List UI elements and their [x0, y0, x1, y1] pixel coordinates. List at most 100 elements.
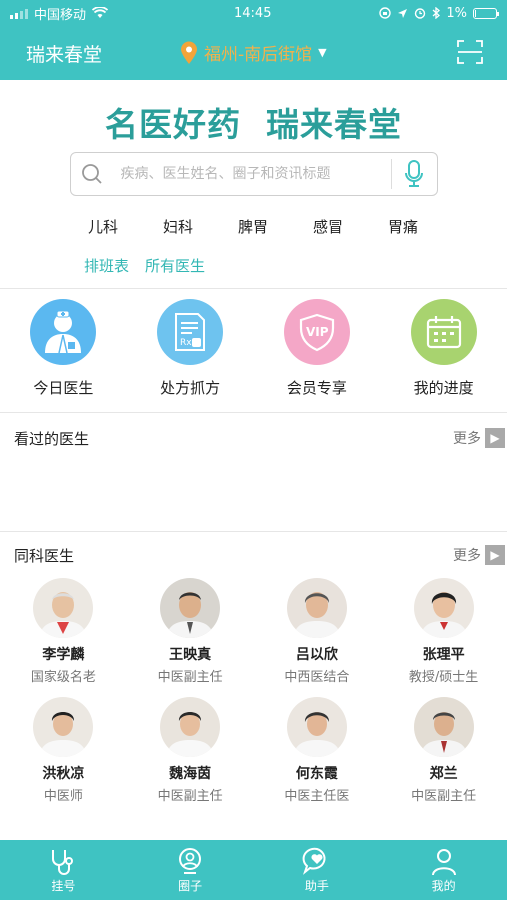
doctor-name: 王映真 — [169, 647, 212, 663]
avatar — [413, 697, 474, 757]
microphone-icon — [405, 160, 423, 187]
all-doctors-link[interactable]: 所有医生 — [145, 255, 205, 276]
feature-vip[interactable]: VIP 会员专享 — [257, 299, 377, 398]
doctor-icon — [30, 299, 97, 365]
tab-mine[interactable]: 我的 — [404, 847, 484, 894]
doctor-title: 中医副主任 — [157, 670, 223, 685]
person-icon — [431, 848, 456, 875]
avatar — [160, 578, 221, 638]
avatar — [160, 697, 221, 757]
tag-gynecology[interactable]: 妇科 — [163, 216, 193, 237]
doctor-title: 国家级名老 — [30, 670, 96, 685]
tab-label: 挂号 — [51, 878, 76, 893]
location-arrow-icon — [398, 8, 408, 18]
clock: 14:45 — [234, 5, 272, 21]
stethoscope-icon — [52, 849, 74, 875]
alarm-icon — [415, 8, 426, 19]
tab-register[interactable]: 挂号 — [23, 847, 103, 894]
doctor-card[interactable]: 张理平 教授/硕士生 — [380, 578, 507, 685]
tab-label: 圈子 — [178, 878, 203, 893]
doctor-name: 洪秋凉 — [42, 766, 85, 782]
search-input[interactable] — [120, 153, 391, 195]
section-title: 同科医生 — [14, 546, 75, 565]
same-dept-doctors: 李学麟 国家级名老 王映真 中医副主任 吕以欣 中西医结合 张理平 教授/硕士生… — [0, 578, 507, 804]
search-box[interactable] — [69, 152, 438, 196]
bluetooth-icon — [432, 7, 441, 19]
doctor-name: 何东霞 — [295, 766, 338, 782]
doctor-name: 李学麟 — [42, 647, 85, 663]
chevron-down-icon: ▼ — [318, 46, 327, 59]
doctor-card[interactable]: 何东霞 中医主任医 — [254, 697, 381, 804]
tab-assistant[interactable]: 助手 — [277, 847, 357, 894]
avatar — [286, 578, 347, 638]
scan-icon[interactable] — [457, 40, 483, 64]
feature-prescription[interactable]: Rx 处方抓方 — [130, 299, 250, 398]
feature-progress[interactable]: 我的进度 — [384, 299, 504, 398]
doctor-card[interactable]: 郑兰 中医副主任 — [380, 697, 507, 804]
schedule-link[interactable]: 排班表 — [84, 255, 129, 276]
tab-label: 助手 — [304, 878, 329, 893]
feature-label: 处方抓方 — [160, 379, 221, 397]
wifi-icon — [92, 7, 109, 18]
battery-icon — [473, 7, 499, 19]
chevron-right-icon: ▶ — [485, 428, 505, 448]
rotation-lock-icon — [379, 7, 392, 19]
svg-text:VIP: VIP — [306, 325, 329, 339]
bottom-tab-bar: 挂号 圈子 助手 我的 — [0, 840, 507, 900]
doctor-card[interactable]: 魏海茵 中医副主任 — [127, 697, 254, 804]
visited-doctors-list — [0, 463, 507, 531]
tab-circles[interactable]: 圈子 — [150, 847, 230, 894]
vip-icon: VIP — [283, 299, 350, 365]
search-icon — [81, 164, 102, 184]
doctor-card[interactable]: 吕以欣 中西医结合 — [254, 578, 381, 685]
carrier: 中国移动 — [34, 7, 87, 23]
section-title: 看过的医生 — [14, 429, 90, 448]
doctor-card[interactable]: 洪秋凉 中医师 — [0, 697, 127, 804]
signal-icon — [10, 8, 28, 19]
location-label: 福州-南后街馆 — [204, 45, 313, 65]
doctor-name: 张理平 — [422, 647, 465, 663]
same-dept-header: 同科医生 更多 ▶ — [0, 532, 507, 578]
nav-bar: 瑞来春堂 福州-南后街馆 ▼ — [0, 26, 507, 80]
quick-links: 排班表 所有医生 — [84, 255, 507, 276]
feature-label: 我的进度 — [413, 379, 474, 397]
status-bar: 中国移动 14:45 1% — [0, 0, 507, 26]
assistant-icon — [302, 847, 326, 875]
doctor-name: 魏海茵 — [169, 766, 212, 782]
avatar — [413, 578, 474, 638]
location-selector[interactable]: 福州-南后街馆 ▼ — [180, 40, 327, 65]
doctor-card[interactable]: 李学麟 国家级名老 — [0, 578, 127, 685]
doctor-title: 中医主任医 — [284, 789, 350, 804]
hot-tags: 儿科 妇科 脾胃 感冒 胃痛 — [88, 216, 418, 237]
tag-cold[interactable]: 感冒 — [313, 216, 343, 237]
doctor-title: 中医副主任 — [411, 789, 477, 804]
doctor-name: 吕以欣 — [295, 647, 338, 663]
voice-search-button[interactable] — [390, 159, 437, 189]
avatar — [33, 697, 94, 757]
tag-spleen-stomach[interactable]: 脾胃 — [238, 216, 268, 237]
calendar-icon — [410, 299, 477, 365]
visited-doctors-header: 看过的医生 更多 ▶ — [0, 413, 507, 463]
feature-label: 会员专享 — [286, 379, 347, 397]
tag-pediatrics[interactable]: 儿科 — [88, 216, 118, 237]
feature-today-doctors[interactable]: 今日医生 — [3, 299, 123, 398]
location-pin-icon — [181, 41, 197, 64]
doctor-title: 中西医结合 — [284, 670, 350, 685]
chevron-right-icon: ▶ — [485, 545, 505, 565]
doctor-title: 中医师 — [43, 789, 83, 804]
doctor-title: 中医副主任 — [157, 789, 223, 804]
prescription-icon: Rx — [157, 299, 224, 365]
visited-more-button[interactable]: 更多 ▶ — [453, 428, 505, 448]
doctor-name: 郑兰 — [429, 766, 458, 782]
feature-grid: 今日医生 Rx 处方抓方 VIP 会员专享 我的进度 — [0, 289, 507, 412]
feature-label: 今日医生 — [33, 379, 94, 397]
battery-percent: 1% — [446, 5, 467, 21]
doctor-card[interactable]: 王映真 中医副主任 — [127, 578, 254, 685]
svg-text:Rx: Rx — [180, 338, 192, 348]
slogan: 名医好药 瑞来春堂 — [105, 105, 402, 144]
tag-stomach-ache[interactable]: 胃痛 — [388, 216, 418, 237]
home-content: 名医好药 瑞来春堂 儿科 妇科 脾胃 感冒 胃痛 排班表 所有医生 今日医生 R… — [0, 98, 507, 804]
same-dept-more-button[interactable]: 更多 ▶ — [453, 545, 505, 565]
tab-label: 我的 — [431, 878, 456, 893]
more-label: 更多 — [453, 548, 481, 564]
